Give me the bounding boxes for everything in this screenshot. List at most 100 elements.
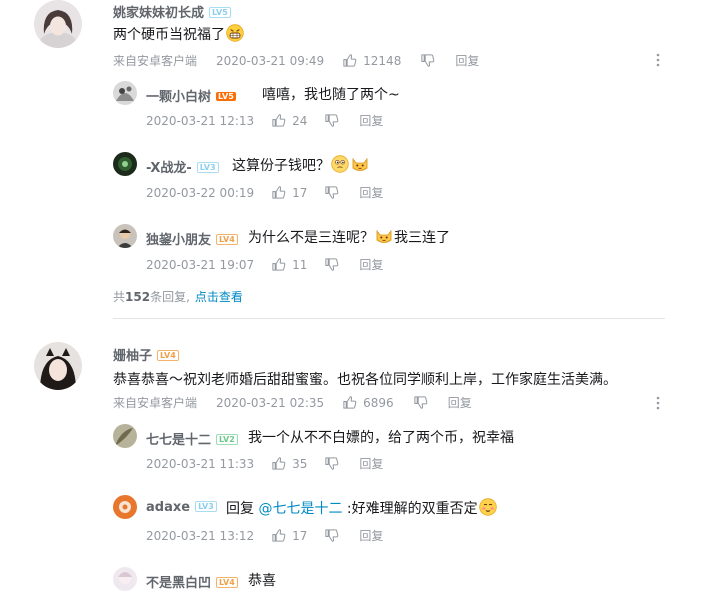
cat-emoji-icon [375,227,393,245]
dislike-button[interactable] [324,257,339,272]
reply-meta: 2020-03-21 13:12 17 回复 [146,527,383,544]
comment-text: 恭喜恭喜～祝刘老师婚后甜甜蜜蜜。也祝各位同学顺利上岸，工作家庭生活美满。 [113,372,617,388]
reply-button[interactable]: 回复 [359,256,383,273]
dislike-button[interactable] [324,185,339,200]
avatar[interactable] [113,224,137,248]
comment-text-body: 两个硬币当祝福了 [113,27,225,43]
dislike-button[interactable] [324,113,339,128]
comment-text: 两个硬币当祝福了 [113,24,245,44]
reply-button[interactable]: 回复 [359,527,383,544]
thumbs-up-icon [342,395,357,410]
thumbs-up-icon [271,456,286,471]
thumbs-down-icon [324,113,339,128]
reply-text: 嘻嘻，我也随了两个~ [262,87,400,103]
like-button[interactable]: 35 [271,456,307,471]
dislike-button[interactable] [420,53,435,68]
comment-divider [113,318,665,319]
username-text[interactable]: -X战龙- [146,161,192,176]
username-text[interactable]: 姗柚子 [113,349,152,364]
avatar[interactable] [113,152,137,176]
reply-text: 为什么不是三连呢？ 我三连了 [248,227,450,247]
reply-date: 2020-03-21 13:12 [146,528,255,543]
summary-suffix: 条回复, [150,290,190,304]
username-text[interactable]: 独鋆小朋友 [146,233,211,248]
summary-prefix: 共 [113,290,126,304]
reply-username[interactable]: 一颗小白树 LV5 [146,86,236,105]
reply-username[interactable]: 独鋆小朋友 LV4 [146,229,238,248]
like-button[interactable]: 17 [271,528,307,543]
more-vertical-icon[interactable] [653,395,663,411]
level-badge: LV5 [216,92,236,101]
comment-date: 2020-03-21 02:35 [216,395,325,410]
user-mention-link[interactable]: @七七是十二 [258,501,342,517]
thumbs-down-icon [420,53,435,68]
like-button[interactable]: 17 [271,185,307,200]
reply-button[interactable]: 回复 [448,394,472,411]
comment-username[interactable]: 姚家妹妹初长成 LV5 [113,2,231,21]
reply-username[interactable]: 不是黑白凹 LV4 [146,572,238,591]
cat-emoji-icon [351,155,369,173]
avatar[interactable] [113,424,137,448]
avatar[interactable] [113,495,137,519]
like-count: 17 [292,185,308,200]
reply-text-body: 为什么不是三连呢？ [248,230,374,246]
reply-username[interactable]: adaxe LV3 [146,500,217,515]
level-badge: LV3 [195,501,217,512]
device-label: 来自安卓客户端 [113,396,198,410]
comment-date: 2020-03-21 09:49 [216,53,325,68]
reply-meta: 2020-03-21 11:33 35 回复 [146,455,383,472]
reply-text-body: 我三连了 [394,230,450,246]
reply-text: 恭喜 [248,573,276,589]
like-count: 12148 [363,53,402,68]
reply-date: 2020-03-21 11:33 [146,456,255,471]
like-count: 35 [292,456,308,471]
reply-text: 这算份子钱吧？ [232,155,370,175]
username-text[interactable]: adaxe [146,500,190,515]
comment-username[interactable]: 姗柚子 LV4 [113,345,179,364]
reply-meta: 2020-03-21 12:13 24 回复 [146,112,383,129]
thumbs-up-icon [271,257,286,272]
dislike-button[interactable] [324,528,339,543]
reply-text: 我一个从不不白嫖的，给了两个币，祝幸福 [248,430,514,446]
level-badge: LV4 [216,234,238,245]
reply-button[interactable]: 回复 [359,184,383,201]
more-vertical-icon[interactable] [653,52,663,68]
level-badge: LV4 [157,350,179,361]
reply-text-body: 这算份子钱吧？ [232,158,330,174]
thumbs-up-icon [271,185,286,200]
like-button[interactable]: 11 [271,257,307,272]
dislike-button[interactable] [413,395,428,410]
view-all-replies-link[interactable]: 点击查看 [195,290,243,304]
dislike-button[interactable] [324,456,339,471]
thumbs-down-icon [413,395,428,410]
like-count: 6896 [363,395,394,410]
username-text[interactable]: 七七是十二 [146,433,211,448]
avatar[interactable] [34,342,82,390]
summary-count: 152 [125,290,151,304]
reply-meta: 2020-03-22 00:19 17 回复 [146,184,383,201]
reply-username[interactable]: -X战龙- LV3 [146,157,219,176]
avatar[interactable] [113,567,137,591]
avatar[interactable] [113,81,137,105]
like-button[interactable]: 6896 [342,395,394,410]
reply-button[interactable]: 回复 [359,455,383,472]
avatar[interactable] [34,0,82,48]
thumbs-down-icon [324,257,339,272]
username-text[interactable]: 一颗小白树 [146,90,211,105]
username-text[interactable]: 不是黑白凹 [146,576,211,591]
reply-username[interactable]: 七七是十二 LV2 [146,429,238,448]
comment-meta: 来自安卓客户端 2020-03-21 02:35 6896 回复 [113,394,472,411]
device-label: 来自安卓客户端 [113,54,198,68]
thumbs-up-icon [271,113,286,128]
like-button[interactable]: 12148 [342,53,401,68]
reply-date: 2020-03-22 00:19 [146,185,255,200]
like-button[interactable]: 24 [271,113,307,128]
reply-count-summary: 共152条回复, 点击查看 [113,288,243,305]
username-text[interactable]: 姚家妹妹初长成 [113,6,204,21]
reply-button[interactable]: 回复 [455,52,479,69]
comment-meta: 来自安卓客户端 2020-03-21 09:49 12148 回复 [113,52,479,69]
thumbs-down-icon [324,185,339,200]
reply-button[interactable]: 回复 [359,112,383,129]
reply-text-body: 回复 [226,501,259,517]
level-badge: LV3 [196,162,219,173]
